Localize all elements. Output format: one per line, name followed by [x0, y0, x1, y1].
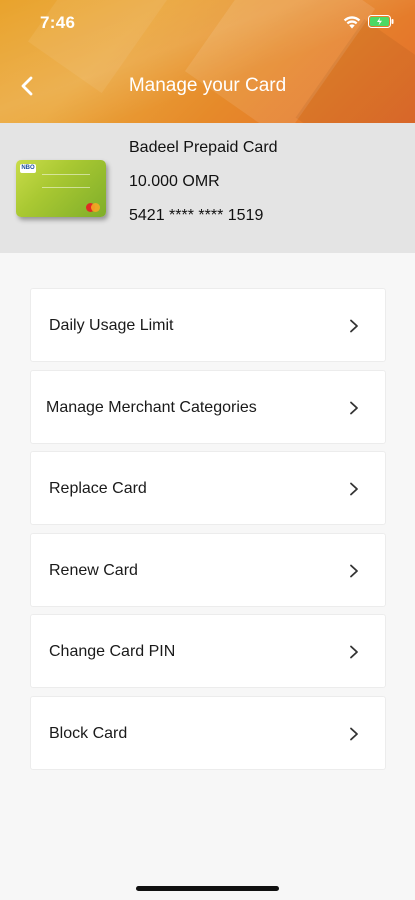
page-title: Manage your Card — [128, 75, 287, 96]
menu-item-daily-usage-limit[interactable]: Daily Usage Limit — [30, 288, 386, 362]
chevron-right-icon — [350, 482, 358, 496]
status-bar: 7:46 — [0, 0, 415, 46]
menu-item-manage-merchant-categories[interactable]: Manage Merchant Categories — [30, 369, 386, 444]
card-summary: NBO Badeel Prepaid Card 10.000 OMR 5421 … — [0, 123, 415, 253]
chevron-right-icon — [350, 319, 358, 333]
menu-item-label: Change Card PIN — [49, 643, 176, 660]
menu-item-label: Manage Merchant Categories — [46, 398, 257, 416]
card-decoration — [42, 174, 90, 188]
chevron-right-icon — [350, 645, 358, 659]
card-number: 5421 **** **** 1519 — [129, 207, 264, 224]
menu-item-block-card[interactable]: Block Card — [30, 695, 386, 770]
wifi-icon — [343, 16, 361, 29]
menu-item-label: Daily Usage Limit — [49, 317, 174, 334]
card-name: Badeel Prepaid Card — [129, 139, 278, 156]
card-image: NBO — [16, 160, 106, 217]
navigation-bar: Manage your Card — [0, 60, 415, 112]
status-time: 7:46 — [40, 13, 76, 32]
menu-item-renew-card[interactable]: Renew Card — [30, 532, 386, 607]
card-balance: 10.000 OMR — [129, 173, 220, 190]
home-indicator[interactable] — [136, 886, 279, 891]
card-options-menu: Daily Usage Limit Manage Merchant Catego… — [30, 288, 386, 777]
header: 7:46 Manage your Card — [0, 0, 415, 123]
menu-item-label: Block Card — [49, 724, 128, 742]
battery-icon — [368, 15, 394, 28]
chevron-right-icon — [350, 401, 358, 414]
chevron-right-icon — [350, 727, 358, 740]
menu-item-label: Replace Card — [49, 480, 147, 497]
menu-item-change-card-pin[interactable]: Change Card PIN — [30, 614, 386, 688]
menu-item-replace-card[interactable]: Replace Card — [30, 451, 386, 525]
menu-item-label: Renew Card — [49, 561, 138, 579]
card-brand-logo: NBO — [20, 164, 36, 173]
mastercard-logo-icon — [86, 203, 100, 212]
chevron-right-icon — [350, 564, 358, 577]
